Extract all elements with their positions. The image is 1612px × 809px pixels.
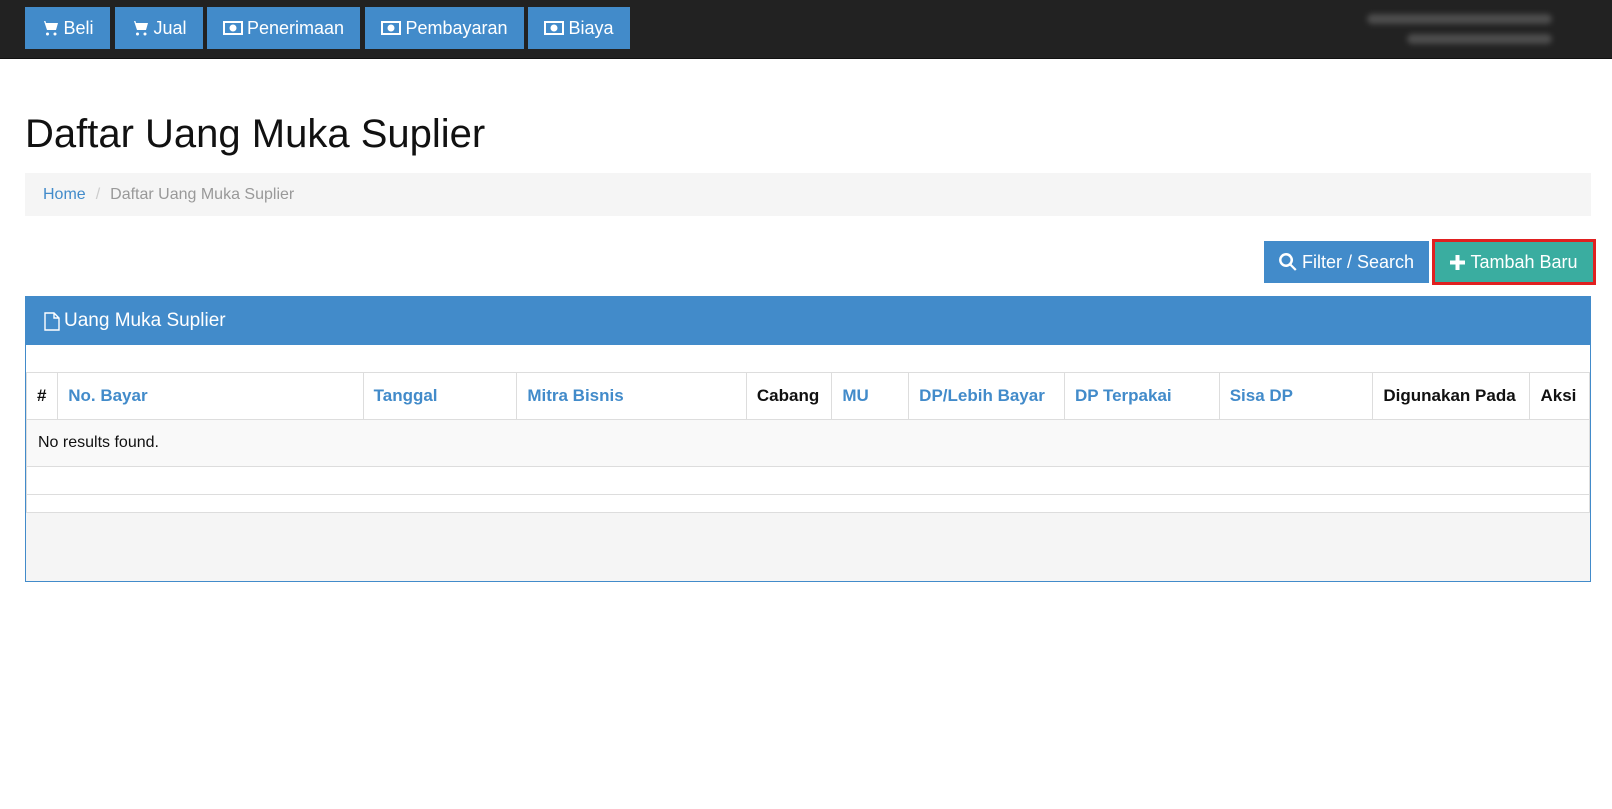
- panel-title: Uang Muka Suplier: [64, 310, 226, 331]
- money-icon: [544, 21, 565, 35]
- nav-jual-label: Jual: [153, 18, 187, 38]
- page-title: Daftar Uang Muka Suplier: [25, 112, 486, 156]
- money-icon: [381, 21, 402, 35]
- panel-heading: Uang Muka Suplier: [26, 297, 1590, 345]
- column-header-mitra-bisnis[interactable]: Mitra Bisnis: [516, 372, 747, 420]
- add-new-label: Tambah Baru: [1470, 251, 1578, 272]
- table-row: No results found.: [26, 419, 1590, 467]
- column-header-sisa-dp[interactable]: Sisa DP: [1218, 372, 1374, 420]
- shopping-cart-icon: [41, 21, 59, 36]
- filter-search-button[interactable]: Filter / Search: [1264, 241, 1429, 283]
- column-header-dp-terpakai[interactable]: DP Terpakai: [1063, 372, 1220, 420]
- user-info-redacted[interactable]: [1352, 8, 1552, 48]
- uang-muka-panel: Uang Muka Suplier # No. Bayar Tanggal Mi…: [25, 296, 1591, 582]
- column-header-tanggal[interactable]: Tanggal: [362, 372, 518, 420]
- search-icon: [1279, 253, 1297, 271]
- panel-footer: [26, 512, 1590, 581]
- uang-muka-table: # No. Bayar Tanggal Mitra Bisnis Cabang …: [25, 372, 1590, 523]
- filter-search-label: Filter / Search: [1301, 251, 1415, 272]
- breadcrumb-current: Daftar Uang Muka Suplier: [110, 186, 295, 203]
- column-header-dp-lebih-bayar[interactable]: DP/Lebih Bayar: [908, 372, 1065, 420]
- table-row: [26, 466, 1590, 495]
- column-header-mu[interactable]: MU: [831, 372, 910, 420]
- column-header-cabang: Cabang: [745, 372, 833, 420]
- add-new-button[interactable]: Tambah Baru: [1432, 239, 1596, 285]
- breadcrumb-separator: /: [95, 186, 101, 203]
- nav-beli-label: Beli: [63, 18, 94, 38]
- table-header-row: # No. Bayar Tanggal Mitra Bisnis Cabang …: [25, 372, 1590, 420]
- nav-biaya-label: Biaya: [568, 18, 614, 38]
- empty-results-message: No results found.: [26, 419, 1590, 467]
- column-header-digunakan-pada: Digunakan Pada: [1372, 372, 1531, 420]
- money-icon: [222, 21, 243, 35]
- nav-beli-button[interactable]: Beli: [25, 7, 110, 49]
- breadcrumb: Home / Daftar Uang Muka Suplier: [25, 173, 1591, 216]
- column-header-no-bayar[interactable]: No. Bayar: [57, 372, 364, 420]
- breadcrumb-home-link[interactable]: Home: [43, 186, 86, 203]
- nav-penerimaan-button[interactable]: Penerimaan: [207, 7, 360, 49]
- nav-biaya-button[interactable]: Biaya: [528, 7, 630, 49]
- nav-pembayaran-label: Pembayaran: [405, 18, 508, 38]
- nav-jual-button[interactable]: Jual: [115, 7, 203, 49]
- plus-icon: [1450, 254, 1466, 270]
- nav-penerimaan-label: Penerimaan: [246, 18, 345, 38]
- shopping-cart-icon: [131, 21, 149, 36]
- column-header-aksi: Aksi: [1529, 372, 1590, 420]
- nav-pembayaran-button[interactable]: Pembayaran: [365, 7, 524, 49]
- file-icon: [44, 311, 60, 331]
- top-navbar: Beli Jual Penerimaan Pembayaran Biaya: [0, 0, 1612, 59]
- column-header-number: #: [25, 372, 59, 420]
